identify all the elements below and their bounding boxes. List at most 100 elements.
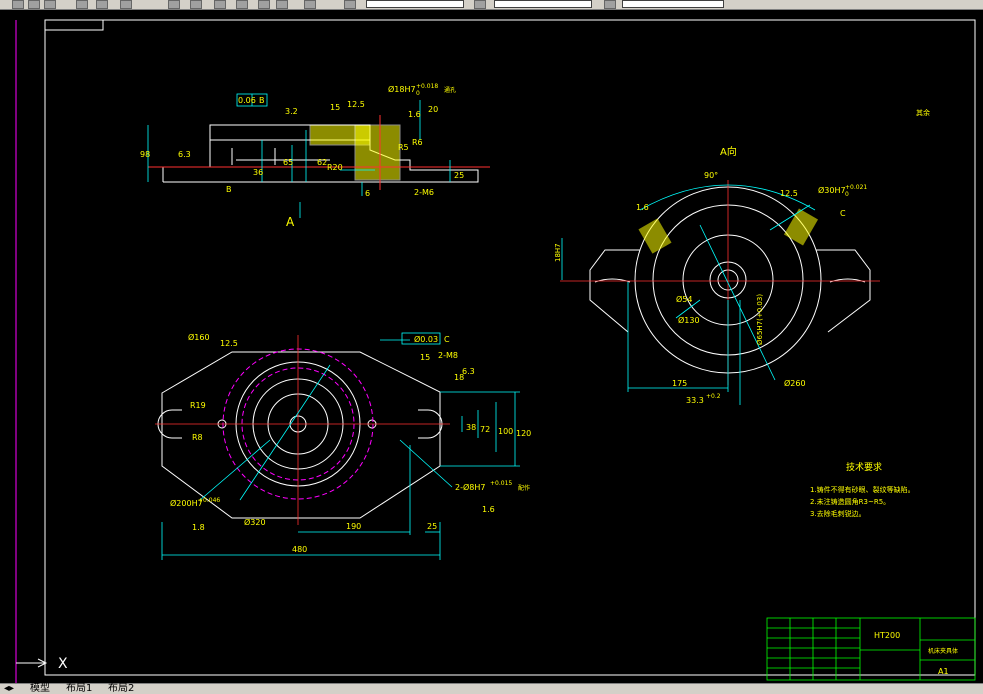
dim-style-icon[interactable] <box>474 0 486 9</box>
dim-62: 62 <box>317 158 327 167</box>
ucs-x-label: X <box>58 656 68 672</box>
material-label: HT200 <box>874 631 900 640</box>
dim-15: 15 <box>420 353 430 362</box>
dim-r19: R19 <box>190 401 206 410</box>
notes-line-3: 3.去除毛刺锐边。 <box>810 509 866 518</box>
dim-r5: R5 <box>398 143 409 152</box>
bore-30: Ø30H7 <box>818 185 846 195</box>
markup-icon[interactable] <box>258 0 270 9</box>
section-view <box>148 115 490 190</box>
title-block-labels: HT200 机床夹具体 A1 <box>874 631 958 676</box>
dim-r6: R6 <box>412 138 423 147</box>
angle-label: 90° <box>704 171 718 180</box>
zoom-window-icon[interactable] <box>96 0 108 9</box>
slot-dim: 18H7 <box>554 243 562 262</box>
pen-icon[interactable] <box>304 0 316 9</box>
roughness-b-a: 1.6 <box>636 203 649 212</box>
help-icon[interactable] <box>276 0 288 9</box>
dim-pin-suffix: 配作 <box>518 484 530 492</box>
dim-480: 480 <box>292 545 307 554</box>
bore-tol-low: 0 <box>416 90 420 97</box>
concentric-datum: C <box>444 335 450 344</box>
table-style-select[interactable] <box>622 0 724 8</box>
redo-icon[interactable] <box>28 0 40 9</box>
concentric-value: Ø0.03 <box>414 334 438 344</box>
dim-15: 15 <box>330 103 340 112</box>
roughness-a: 3.2 <box>285 107 298 116</box>
section-view-dims <box>147 93 451 218</box>
dim-120: 120 <box>516 429 531 438</box>
dim-100: 100 <box>498 427 513 436</box>
roughness-d: 1.8 <box>192 523 205 532</box>
dim-175: 175 <box>672 379 687 388</box>
a-view <box>589 186 871 374</box>
dim-130: Ø130 <box>678 315 700 325</box>
bore-30-tol-up: +0.021 <box>845 184 867 191</box>
dim-260: Ø260 <box>784 378 806 388</box>
notes-title: 技术要求 <box>846 461 882 473</box>
tool-palette-icon[interactable] <box>214 0 226 9</box>
roughness-c: 1.6 <box>482 505 495 514</box>
drawing-frame <box>15 19 976 683</box>
dim-72: 72 <box>480 425 490 434</box>
layer-icon[interactable] <box>344 0 356 9</box>
dim-320: Ø320 <box>244 517 266 527</box>
dim-pin: 2-Ø8H7 <box>455 482 485 492</box>
dim-190: 190 <box>346 522 361 531</box>
dim-33: 33.3 <box>686 396 704 405</box>
sheet-size: A1 <box>938 667 949 676</box>
dim-r20: R20 <box>327 163 343 172</box>
datum-b: B <box>226 185 232 194</box>
dim-65: Ø65H7(+0.03) <box>756 294 764 345</box>
bore-suffix: 通孔 <box>444 86 456 94</box>
section-view-labels: 0.06 B Ø18H7 +0.018 0 通孔 3.2 12.5 1.6 6.… <box>140 83 464 229</box>
dim-200-tol: +0.046 <box>198 497 220 504</box>
table-style-icon[interactable] <box>604 0 616 9</box>
dim-25: 25 <box>454 171 464 180</box>
design-center-icon[interactable] <box>190 0 202 9</box>
dim-160: Ø160 <box>188 332 210 342</box>
dim-20: 20 <box>428 105 438 114</box>
dim-r8: R8 <box>192 433 203 442</box>
dim-m6: 2-M6 <box>414 188 434 197</box>
bore-tol-up: +0.018 <box>416 83 438 90</box>
dim-style-select[interactable] <box>494 0 592 8</box>
a-view-title: A向 <box>720 145 737 158</box>
flatness-datum: B <box>259 96 265 105</box>
calculator-icon[interactable] <box>236 0 248 9</box>
dim-65: 65 <box>283 158 293 167</box>
dim-98: 98 <box>140 150 150 159</box>
notes-top-right: 其余 <box>916 108 930 117</box>
technical-notes: 技术要求 1.铸件不得有砂眼、裂纹等缺陷。 2.未注铸造圆角R3~R5。 3.去… <box>810 108 930 518</box>
dim-pin-tol: +0.015 <box>490 480 512 487</box>
dim-36: 36 <box>253 168 263 177</box>
dim-54: Ø54 <box>676 294 692 304</box>
bore-30-tol-low: 0 <box>845 191 849 198</box>
undo-icon[interactable] <box>12 0 24 9</box>
roughness-b: 12.5 <box>347 100 365 109</box>
roughness-b: 6.3 <box>462 367 475 376</box>
roughness-d: 6.3 <box>178 150 191 159</box>
dim-6: 6 <box>365 189 370 198</box>
dim-25: 25 <box>427 522 437 531</box>
flatness-value: 0.06 <box>238 96 256 105</box>
bore-label: Ø18H7 <box>388 84 416 94</box>
zoom-previous-icon[interactable] <box>120 0 132 9</box>
roughness-a: 12.5 <box>780 189 798 198</box>
properties-icon[interactable] <box>168 0 180 9</box>
notes-line-1: 1.铸件不得有砂眼、裂纹等缺陷。 <box>810 485 915 494</box>
dim-m8: 2-M8 <box>438 351 458 360</box>
part-name: 机床夹具体 <box>928 647 958 655</box>
dim-33-tol: +0.2 <box>706 393 721 400</box>
notes-line-2: 2.未注铸造圆角R3~R5。 <box>810 497 890 506</box>
pan-icon[interactable] <box>44 0 56 9</box>
zoom-icon[interactable] <box>76 0 88 9</box>
drawing-canvas[interactable]: 0.06 B Ø18H7 +0.018 0 通孔 3.2 12.5 1.6 6.… <box>0 9 983 683</box>
roughness-a: 12.5 <box>220 339 238 348</box>
ucs-icon <box>16 658 48 668</box>
roughness-c: 1.6 <box>408 110 421 119</box>
datum-c: C <box>840 209 846 218</box>
text-style-select[interactable] <box>366 0 464 8</box>
dim-38: 38 <box>466 423 476 432</box>
view-arrow-label: A <box>286 215 295 229</box>
